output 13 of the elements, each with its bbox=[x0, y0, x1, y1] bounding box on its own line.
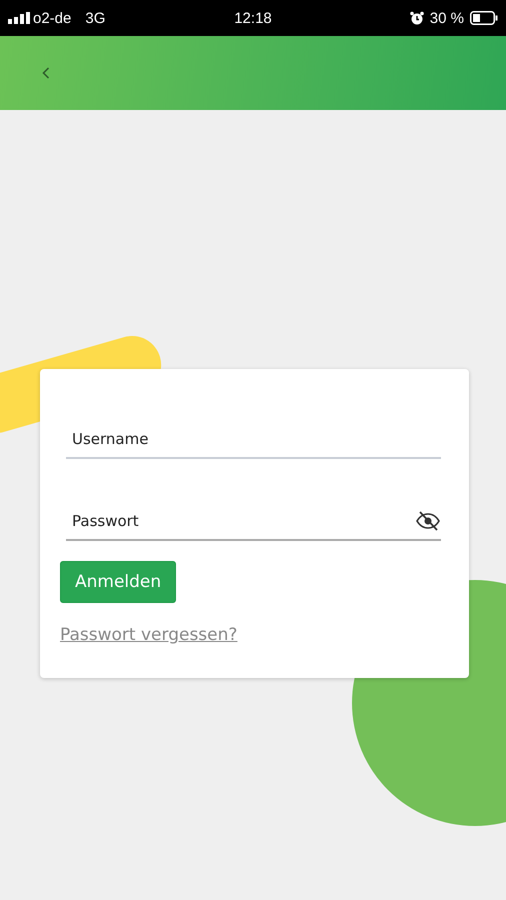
hide-password-icon[interactable] bbox=[415, 510, 441, 532]
alarm-clock-icon bbox=[410, 11, 424, 25]
battery-icon bbox=[470, 11, 498, 25]
battery-percentage: 30 % bbox=[430, 10, 464, 26]
clock-time: 12:18 bbox=[234, 10, 272, 26]
login-button[interactable]: Anmelden bbox=[60, 561, 176, 603]
signal-icon bbox=[8, 12, 30, 24]
forgot-password-link[interactable]: Passwort vergessen? bbox=[60, 625, 238, 645]
username-field[interactable]: Username bbox=[66, 430, 441, 448]
carrier-name: o2-de bbox=[33, 10, 72, 26]
password-field[interactable]: Passwort bbox=[66, 512, 415, 530]
back-icon bbox=[42, 67, 50, 79]
network-type: 3G bbox=[85, 10, 106, 26]
